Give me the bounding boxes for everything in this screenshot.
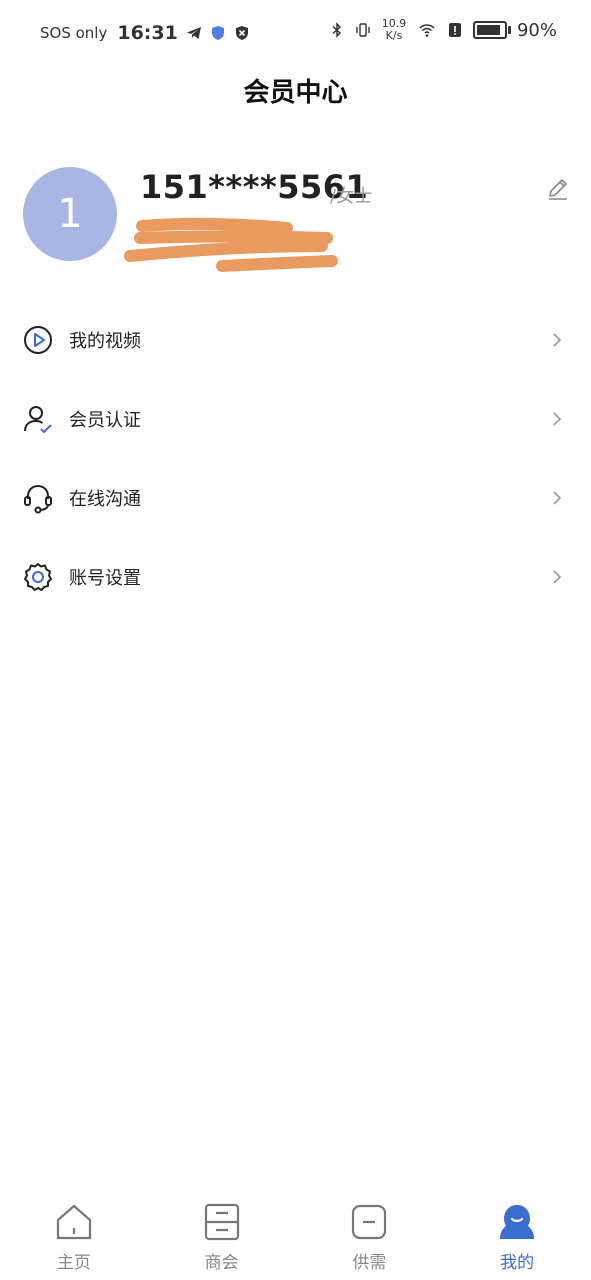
menu-list: 我的视频 会员认证 在线沟通 账号设置: [0, 300, 591, 616]
bottom-nav: 主页 商会 供需 我的: [0, 1190, 591, 1280]
gear-icon: [24, 562, 52, 591]
battery-fill: [476, 25, 500, 35]
network-speed-unit: K/s: [385, 29, 403, 42]
menu-item-account-settings[interactable]: 账号设置: [0, 537, 591, 616]
telegram-icon: [186, 27, 201, 39]
shield-icon: [211, 26, 224, 40]
menu-item-online-chat[interactable]: 在线沟通: [0, 458, 591, 537]
nav-item-mine[interactable]: 我的: [462, 1190, 572, 1273]
menu-item-label: 会员认证: [69, 409, 141, 431]
edit-icon[interactable]: [545, 176, 571, 202]
chevron-right-icon: [553, 332, 562, 347]
play-circle-icon: [24, 325, 52, 354]
menu-item-my-videos[interactable]: 我的视频: [0, 300, 591, 379]
page-title: 会员中心: [243, 78, 348, 108]
chevron-right-icon: [553, 490, 562, 505]
network-speed: 10.9 K/s: [381, 18, 407, 42]
box-icon: [352, 1204, 387, 1240]
chevron-right-icon: [553, 411, 562, 426]
chevron-right-icon: [553, 569, 562, 584]
alert-icon: [448, 23, 461, 37]
sos-status: SOS only: [40, 24, 108, 42]
home-icon: [56, 1204, 91, 1240]
profile-icon: [500, 1205, 535, 1239]
cabinet-icon: [204, 1203, 239, 1241]
headset-icon: [24, 484, 52, 513]
nav-item-label: 供需: [352, 1253, 387, 1273]
user-verified-icon: [24, 405, 52, 433]
nav-item-label: 主页: [56, 1253, 91, 1273]
menu-item-label: 在线沟通: [69, 488, 141, 510]
vibrate-icon: [356, 23, 370, 37]
redaction-scribble: [124, 217, 338, 272]
security-x-icon: [235, 26, 248, 40]
battery-icon: [472, 21, 511, 39]
wifi-icon: [419, 24, 435, 37]
nav-item-label: 我的: [500, 1253, 535, 1273]
menu-item-member-verification[interactable]: 会员认证: [0, 379, 591, 458]
clock: 16:31: [117, 22, 178, 44]
nav-item-home[interactable]: 主页: [19, 1190, 129, 1273]
avatar[interactable]: 1: [23, 167, 117, 261]
menu-item-label: 我的视频: [69, 330, 141, 352]
bluetooth-icon: [332, 22, 342, 38]
status-bar: SOS only 16:31 10.9 K/s 90%: [0, 0, 591, 64]
profile-gender: /女士: [330, 186, 373, 207]
nav-item-chamber[interactable]: 商会: [167, 1190, 277, 1273]
battery-percentage: 90%: [516, 19, 557, 41]
menu-item-label: 账号设置: [69, 567, 141, 589]
status-left: SOS only 16:31: [40, 22, 250, 44]
status-right: 10.9 K/s 90%: [329, 18, 557, 42]
nav-item-label: 商会: [204, 1253, 239, 1273]
nav-item-supply-demand[interactable]: 供需: [314, 1190, 424, 1273]
